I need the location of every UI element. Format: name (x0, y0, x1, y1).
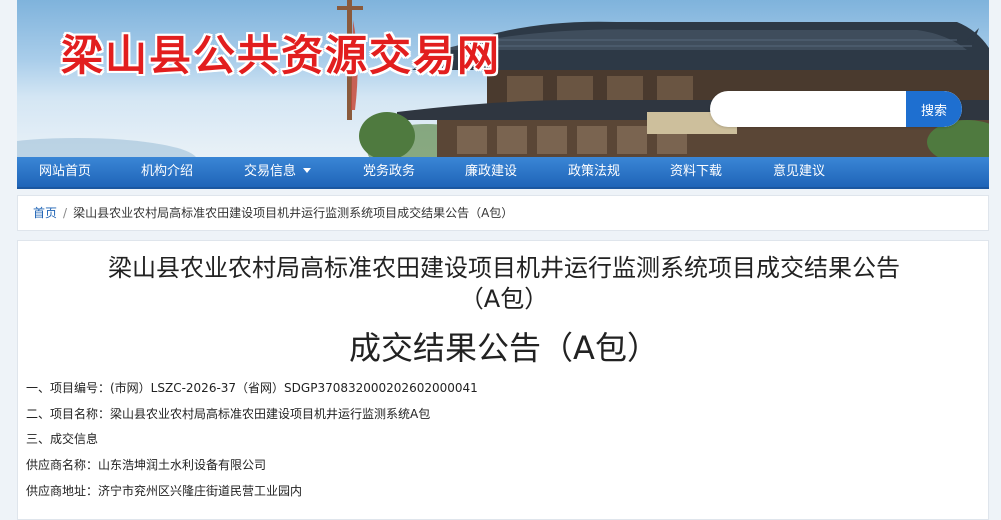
article-title-line-1: 梁山县农业农村局高标准农田建设项目机井运行监测系统项目成交结果公告 (108, 254, 900, 282)
nav-item-about[interactable]: 机构介绍 (141, 157, 193, 187)
nav-item-downloads[interactable]: 资料下载 (670, 157, 722, 187)
main-nav: 网站首页 机构介绍 交易信息 党务政务 廉政建设 政策法规 资料下载 意见建议 (17, 157, 989, 189)
nav-item-trading-info[interactable]: 交易信息 (244, 157, 312, 187)
nav-item-policies[interactable]: 政策法规 (568, 157, 620, 187)
article-title: 梁山县农业农村局高标准农田建设项目机井运行监测系统项目成交结果公告 （A包） (18, 253, 990, 315)
nav-item-trading-info-label: 交易信息 (244, 164, 297, 179)
info-supplier-address: 供应商地址：济宁市兖州区兴隆庄街道民营工业园内 (26, 484, 303, 498)
article-subtitle: 成交结果公告（A包） (349, 329, 659, 367)
search-input[interactable] (710, 91, 906, 127)
article-title-line-2: （A包） (459, 285, 549, 313)
info-project-number: 一、项目编号：(市网）LSZC-2026-37（省网）SDGP370832000… (26, 381, 478, 395)
info-project-name: 二、项目名称：梁山县农业农村局高标准农田建设项目机井运行监测系统A包 (26, 407, 431, 421)
site-title: 梁山县公共资源交易网 (61, 31, 502, 80)
info-section-heading: 三、成交信息 (26, 432, 99, 446)
nav-item-home[interactable]: 网站首页 (39, 157, 91, 187)
search-box: 搜索 (710, 91, 962, 127)
chevron-down-icon (303, 168, 312, 173)
article-panel: 梁山县农业农村局高标准农田建设项目机井运行监测系统项目成交结果公告 （A包） 成… (17, 240, 989, 520)
breadcrumb-separator: / (63, 206, 68, 220)
nav-item-feedback[interactable]: 意见建议 (773, 157, 825, 187)
search-button[interactable]: 搜索 (906, 91, 962, 127)
header-banner: 梁山县公共资源交易网 搜索 (17, 0, 989, 157)
info-supplier-name: 供应商名称：山东浩坤润土水利设备有限公司 (26, 458, 267, 472)
nav-item-integrity[interactable]: 廉政建设 (465, 157, 517, 187)
breadcrumb-home[interactable]: 首页 (33, 206, 57, 220)
breadcrumb-current: 梁山县农业农村局高标准农田建设项目机井运行监测系统项目成交结果公告（A包） (73, 206, 514, 220)
nav-item-party-affairs[interactable]: 党务政务 (363, 157, 415, 187)
breadcrumb: 首页 / 梁山县农业农村局高标准农田建设项目机井运行监测系统项目成交结果公告（A包） (17, 195, 989, 231)
